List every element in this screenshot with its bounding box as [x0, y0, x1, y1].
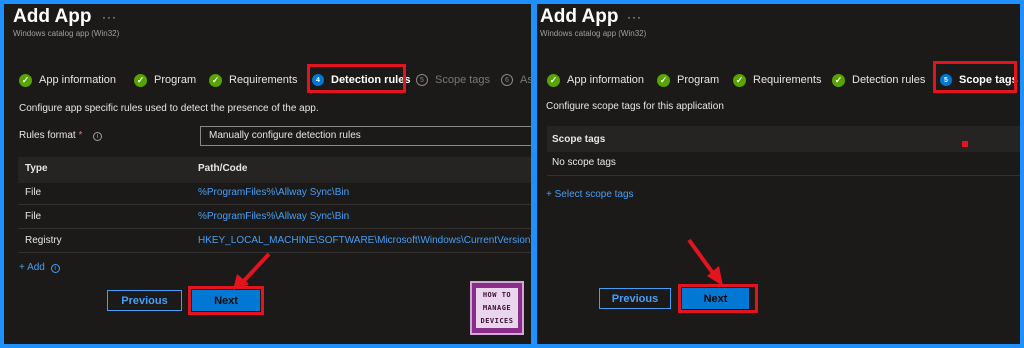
table-row[interactable]: Registry HKEY_LOCAL_MACHINE\SOFTWARE\Mic…: [18, 230, 531, 253]
select-scope-tags-link[interactable]: + Select scope tags: [546, 189, 634, 200]
table-row[interactable]: File %ProgramFiles%\Allway Sync\Bin: [18, 206, 531, 229]
checkmark-icon: ✓: [733, 73, 746, 87]
step-detection-rules[interactable]: ✓ Detection rules: [832, 70, 925, 90]
step-label: App information: [567, 74, 645, 86]
add-rule-link[interactable]: + Add i: [19, 262, 60, 273]
rule-type: Registry: [25, 235, 62, 246]
more-options-icon[interactable]: ···: [627, 10, 642, 24]
rule-path-link[interactable]: HKEY_LOCAL_MACHINE\SOFTWARE\Microsoft\Wi…: [198, 235, 531, 246]
scope-tags-header: Scope tags: [547, 126, 1020, 152]
step-scope-tags[interactable]: 5 Scope tags: [416, 70, 490, 90]
checkmark-icon: ✓: [832, 73, 845, 87]
checkmark-icon: ✓: [134, 73, 147, 87]
required-marker: *: [78, 130, 83, 141]
rule-type: File: [25, 211, 42, 222]
page-title: Add App: [13, 6, 92, 27]
checkmark-icon: ✓: [19, 73, 32, 87]
red-marker: [962, 141, 968, 147]
previous-button[interactable]: Previous: [107, 290, 182, 311]
step-label: Ass: [520, 74, 531, 86]
step-requirements[interactable]: ✓ Requirements: [733, 70, 821, 90]
checkmark-icon: ✓: [209, 73, 222, 87]
step-assignments[interactable]: 6 Ass: [501, 70, 531, 90]
add-app-panel-scope-tags: Add App ··· Windows catalog app (Win32) …: [537, 4, 1020, 344]
step-program[interactable]: ✓ Program: [134, 70, 196, 90]
red-arrow-icon: [687, 238, 723, 286]
page-subtitle: Windows catalog app (Win32): [13, 29, 120, 38]
rule-path-link[interactable]: %ProgramFiles%\Allway Sync\Bin: [198, 187, 528, 198]
step-label: Program: [677, 74, 720, 86]
column-header-path: Path/Code: [198, 163, 248, 174]
rules-format-label: Rules format * i: [19, 130, 103, 141]
more-options-icon[interactable]: ···: [102, 10, 117, 24]
section-description: Configure scope tags for this applicatio…: [546, 101, 724, 112]
info-icon[interactable]: i: [93, 132, 103, 141]
list-item: No scope tags: [547, 152, 1020, 176]
page-subtitle: Windows catalog app (Win32): [540, 29, 647, 38]
step-requirements[interactable]: ✓ Requirements: [209, 70, 297, 90]
next-button[interactable]: Next: [192, 290, 260, 311]
rule-path-link[interactable]: %ProgramFiles%\Allway Sync\Bin: [198, 211, 528, 222]
checkmark-icon: ✓: [547, 73, 560, 87]
step-app-information[interactable]: ✓ App information: [547, 70, 644, 90]
column-header-type: Type: [25, 163, 48, 174]
step-label: Scope tags: [435, 74, 491, 86]
table-row[interactable]: File %ProgramFiles%\Allway Sync\Bin: [18, 182, 531, 205]
checkmark-icon: ✓: [657, 73, 670, 87]
highlight-box: [933, 61, 1017, 93]
step-label: Requirements: [753, 74, 822, 86]
howto-manage-devices-logo: HOW TO MANAGE DEVICES: [470, 281, 524, 335]
step-number-icon: 5: [416, 74, 428, 86]
step-program[interactable]: ✓ Program: [657, 70, 719, 90]
step-app-information[interactable]: ✓ App information: [19, 70, 116, 90]
rule-type: File: [25, 187, 42, 198]
step-label: Detection rules: [852, 74, 926, 86]
info-icon[interactable]: i: [50, 264, 60, 273]
table-header: Type Path/Code: [18, 157, 531, 183]
step-label: Program: [154, 74, 197, 86]
next-button[interactable]: Next: [682, 288, 749, 309]
highlight-box: [307, 64, 406, 93]
add-app-panel-detection-rules: Add App ··· Windows catalog app (Win32) …: [4, 4, 531, 344]
step-label: Requirements: [229, 74, 298, 86]
section-description: Configure app specific rules used to det…: [19, 103, 319, 114]
step-number-icon: 6: [501, 74, 513, 86]
page-title: Add App: [540, 6, 619, 27]
rules-format-dropdown[interactable]: Manually configure detection rules: [200, 126, 531, 146]
previous-button[interactable]: Previous: [599, 288, 671, 309]
step-label: App information: [39, 74, 117, 86]
